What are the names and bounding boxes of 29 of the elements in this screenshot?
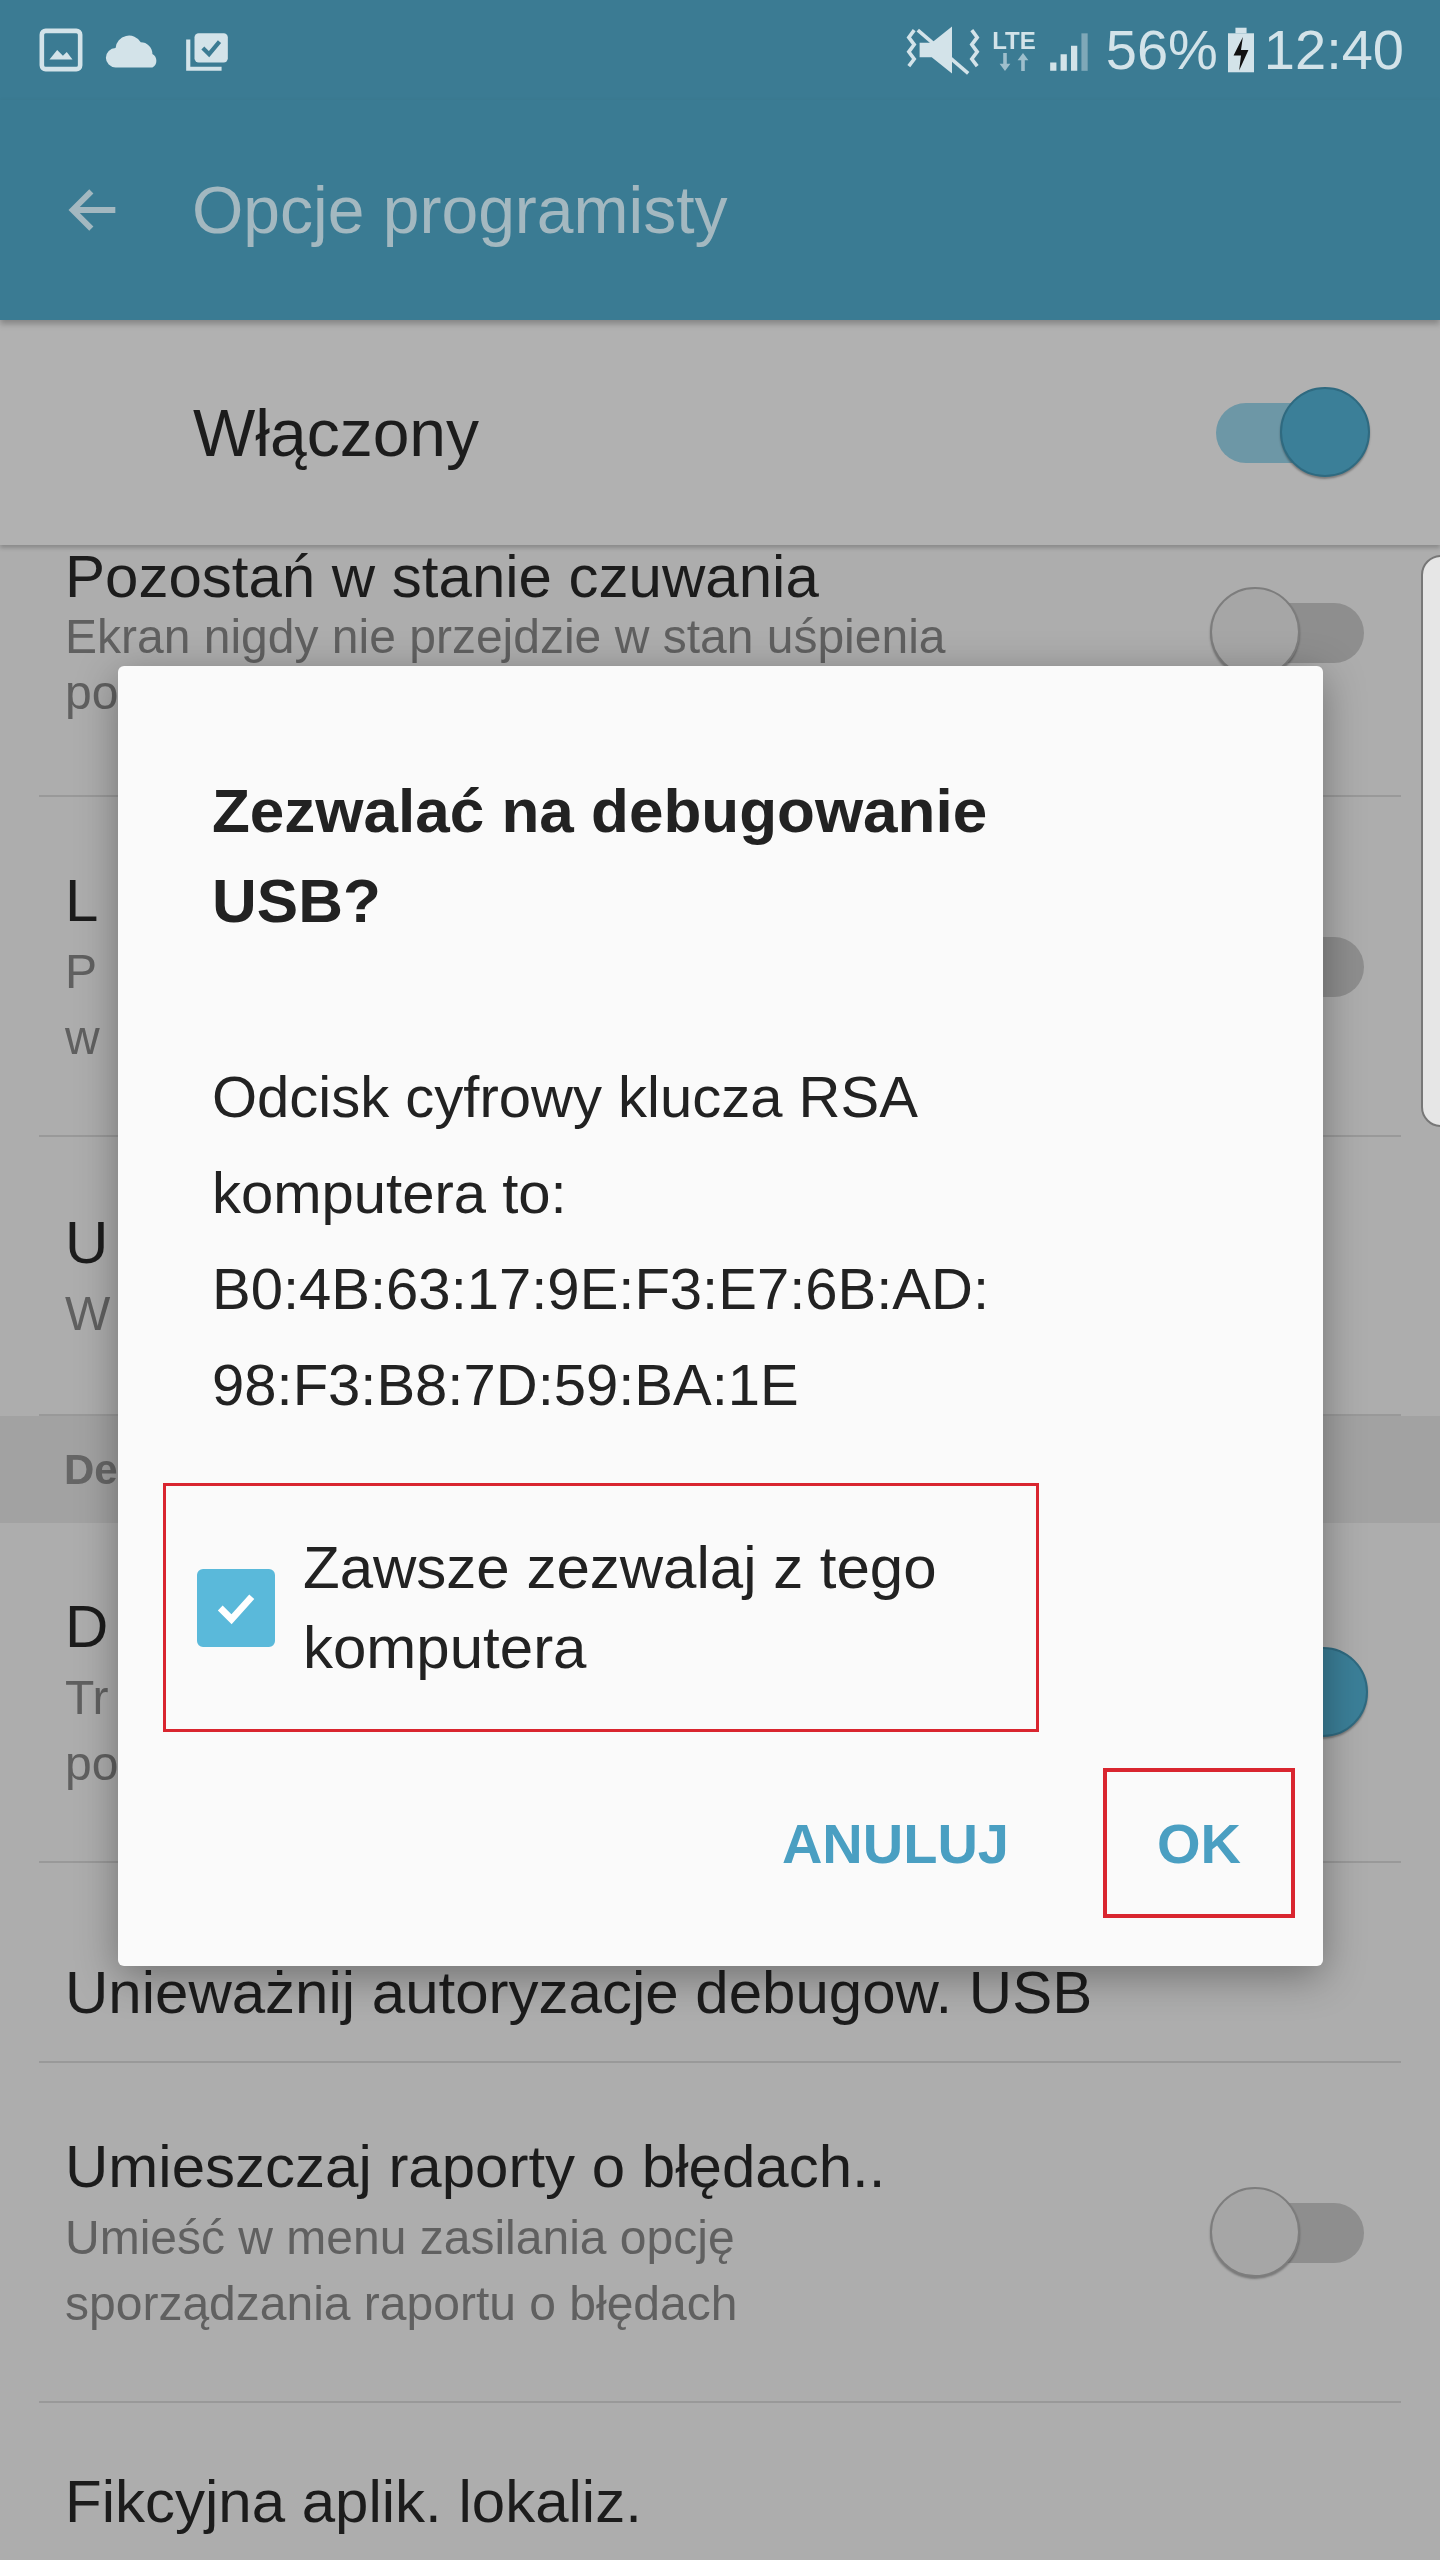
rsa-fingerprint: 98:F3:B8:7D:59:BA:1E xyxy=(212,1351,800,1419)
battery-charging-icon xyxy=(1227,27,1254,73)
setting-description: Tr xyxy=(65,1670,110,1726)
setting-description: W xyxy=(65,1286,111,1342)
dialog-title: Zezwalać na debugowanie USB? xyxy=(212,775,989,937)
clock-time: 12:40 xyxy=(1263,18,1404,82)
setting-description: Umieść w menu zasilania opcję xyxy=(65,2210,736,2266)
section-header: De xyxy=(64,1445,118,1494)
setting-title[interactable]: D xyxy=(65,1589,119,1665)
setting-title[interactable]: L xyxy=(65,863,100,939)
setting-description: po xyxy=(65,665,120,721)
rsa-fingerprint: B0:4B:63:17:9E:F3:E7:6B:AD: xyxy=(212,1255,991,1323)
setting-description: P xyxy=(65,944,98,1000)
battery-percent: 56% xyxy=(1105,18,1218,82)
setting-description: sporządzania raportu o błędach xyxy=(65,2276,739,2332)
checkbox-label: Zawsze zezwalaj z tego komputera xyxy=(303,1532,938,1683)
checkbox[interactable] xyxy=(197,1568,275,1647)
network-type: LTE xyxy=(992,29,1036,53)
image-icon xyxy=(38,27,84,73)
setting-title[interactable]: Fikcyjna aplik. lokaliz. xyxy=(65,2464,642,2540)
dialog-message: Odcisk cyfrowy klucza RSA komputera to: xyxy=(212,1063,917,1227)
setting-description: po xyxy=(65,1736,119,1792)
setting-title[interactable]: U xyxy=(65,1205,111,1281)
setting-title[interactable]: Umieszczaj raporty o błędach.. xyxy=(65,2129,886,2205)
master-switch-label: Włączony xyxy=(193,394,480,471)
screen-title: Opcje programisty xyxy=(192,172,728,248)
setting-description: w xyxy=(65,1010,100,1066)
setting-description: Ekran nigdy nie przejdzie w stan uśpienia xyxy=(65,609,946,665)
setting-title[interactable]: Pozostań w stanie czuwania xyxy=(65,545,946,609)
